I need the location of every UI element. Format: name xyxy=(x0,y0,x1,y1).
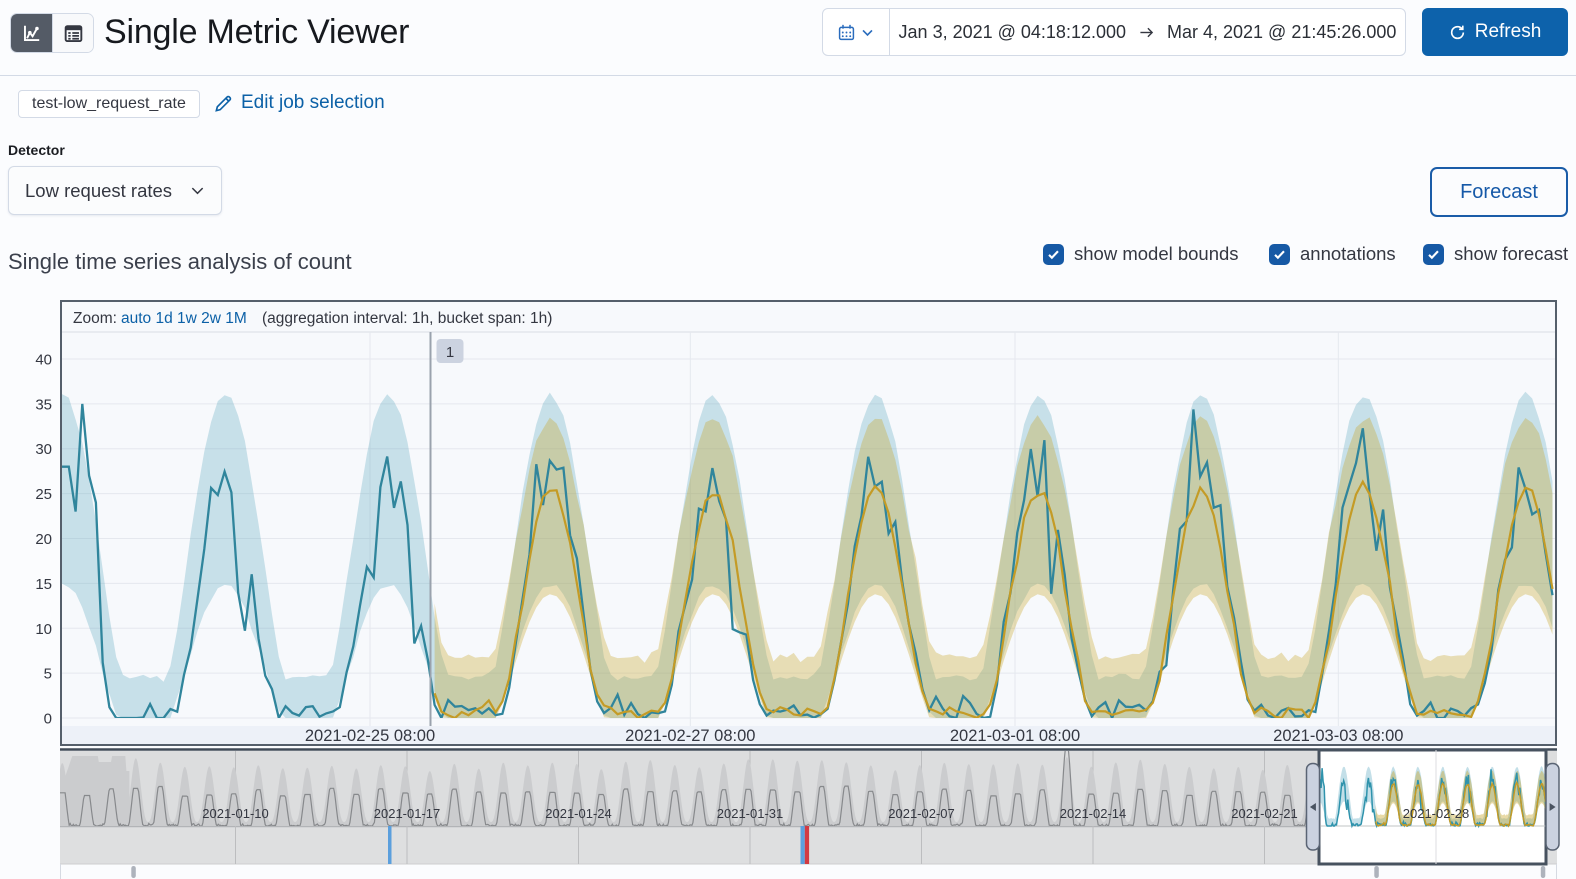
svg-text:2021-02-27 08:00: 2021-02-27 08:00 xyxy=(625,727,755,745)
svg-text:2021-03-01 08:00: 2021-03-01 08:00 xyxy=(950,727,1080,745)
svg-text:5: 5 xyxy=(44,666,52,683)
svg-text:2021-01-24: 2021-01-24 xyxy=(545,806,612,821)
svg-text:2021-02-25 08:00: 2021-02-25 08:00 xyxy=(305,727,435,745)
svg-text:2021-02-14: 2021-02-14 xyxy=(1060,806,1127,821)
svg-text:Zoom:: Zoom: xyxy=(73,310,117,327)
svg-text:25: 25 xyxy=(35,486,52,503)
svg-text:0: 0 xyxy=(44,711,52,728)
svg-text:2021-01-31: 2021-01-31 xyxy=(717,806,784,821)
svg-text:40: 40 xyxy=(35,352,52,369)
svg-text:2021-01-10: 2021-01-10 xyxy=(202,806,269,821)
svg-text:1: 1 xyxy=(446,344,454,361)
svg-text:10: 10 xyxy=(35,621,52,638)
svg-text:2021-02-28: 2021-02-28 xyxy=(1403,806,1470,821)
svg-text:30: 30 xyxy=(35,441,52,458)
svg-text:2021-02-07: 2021-02-07 xyxy=(888,806,955,821)
svg-text:(aggregation interval: 1h, buc: (aggregation interval: 1h, bucket span: … xyxy=(262,310,552,327)
svg-text:20: 20 xyxy=(35,531,52,548)
svg-text:2021-01-17: 2021-01-17 xyxy=(374,806,441,821)
svg-text:15: 15 xyxy=(35,576,52,593)
svg-text:2021-03-03 08:00: 2021-03-03 08:00 xyxy=(1273,727,1403,745)
svg-text:auto 1d 1w 2w 1M: auto 1d 1w 2w 1M xyxy=(121,310,247,327)
svg-text:2021-02-21: 2021-02-21 xyxy=(1231,806,1298,821)
svg-text:35: 35 xyxy=(35,396,52,413)
